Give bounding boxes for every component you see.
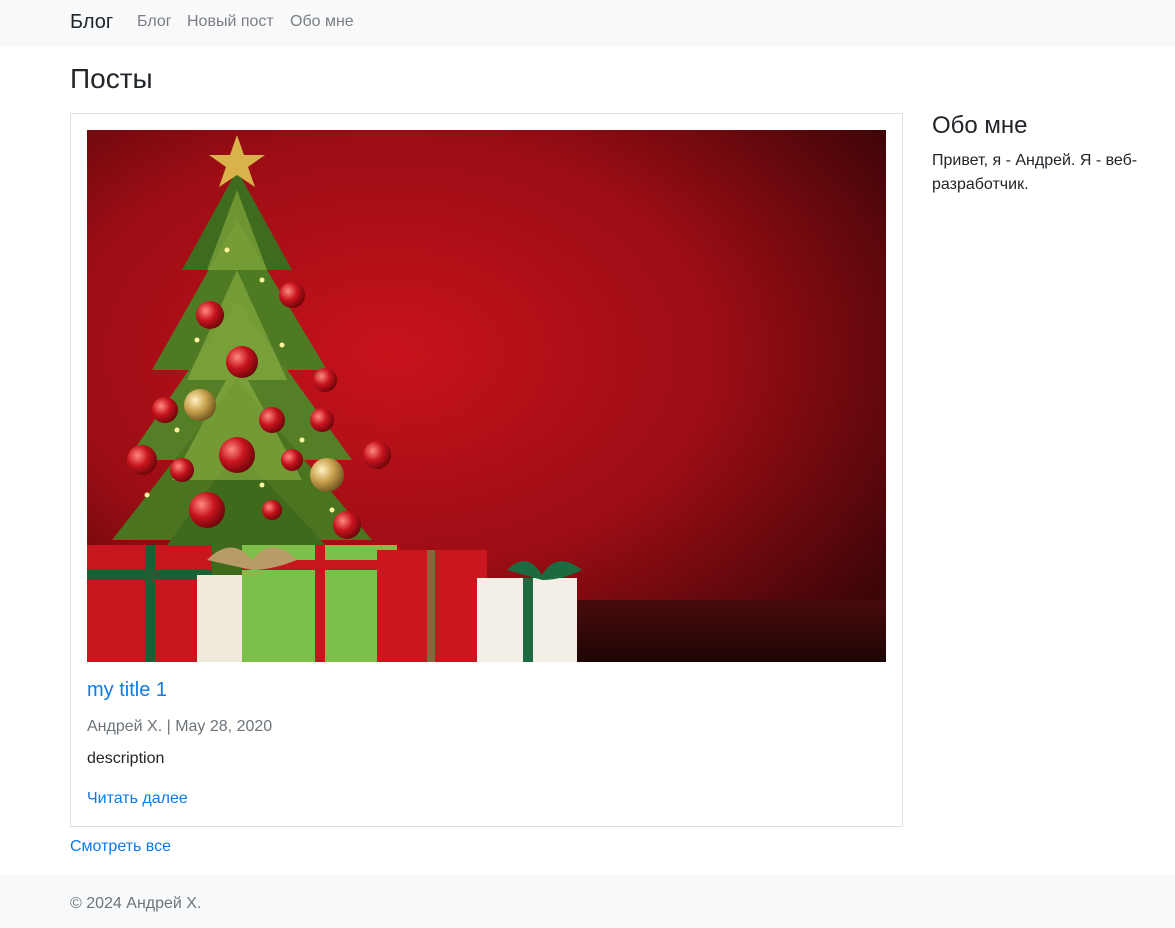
christmas-tree-image xyxy=(87,130,886,662)
post-description: description xyxy=(87,750,165,767)
read-more-link[interactable]: Читать далее xyxy=(87,787,188,811)
footer: © 2024 Андрей Х. xyxy=(0,875,1175,928)
nav-link-about[interactable]: Обо мне xyxy=(290,10,354,34)
meta-separator: | xyxy=(166,718,171,735)
nav-link-blog[interactable]: Блог xyxy=(137,10,172,34)
page-title: Посты xyxy=(70,63,153,94)
sidebar-title: Обо мне xyxy=(932,112,1028,139)
sidebar-text: Привет, я - Андрей. Я - веб-разработчик. xyxy=(932,152,1138,193)
navbar: Блог Блог Новый пост Обо мне xyxy=(0,0,1175,47)
nav-link-new-post[interactable]: Новый пост xyxy=(187,10,274,34)
footer-copyright: © 2024 Андрей Х. xyxy=(70,895,202,912)
post-title[interactable]: my title 1 xyxy=(87,677,167,703)
post-image[interactable] xyxy=(87,130,886,662)
post-date: May 28, 2020 xyxy=(175,718,273,735)
post-card: my title 1 Андрей Х. | May 28, 2020 desc… xyxy=(70,113,903,827)
post-meta: Андрей Х. | May 28, 2020 xyxy=(87,715,272,739)
navbar-brand[interactable]: Блог xyxy=(70,7,113,37)
view-all-link[interactable]: Смотреть все xyxy=(70,835,171,859)
post-author: Андрей Х. xyxy=(87,718,163,735)
